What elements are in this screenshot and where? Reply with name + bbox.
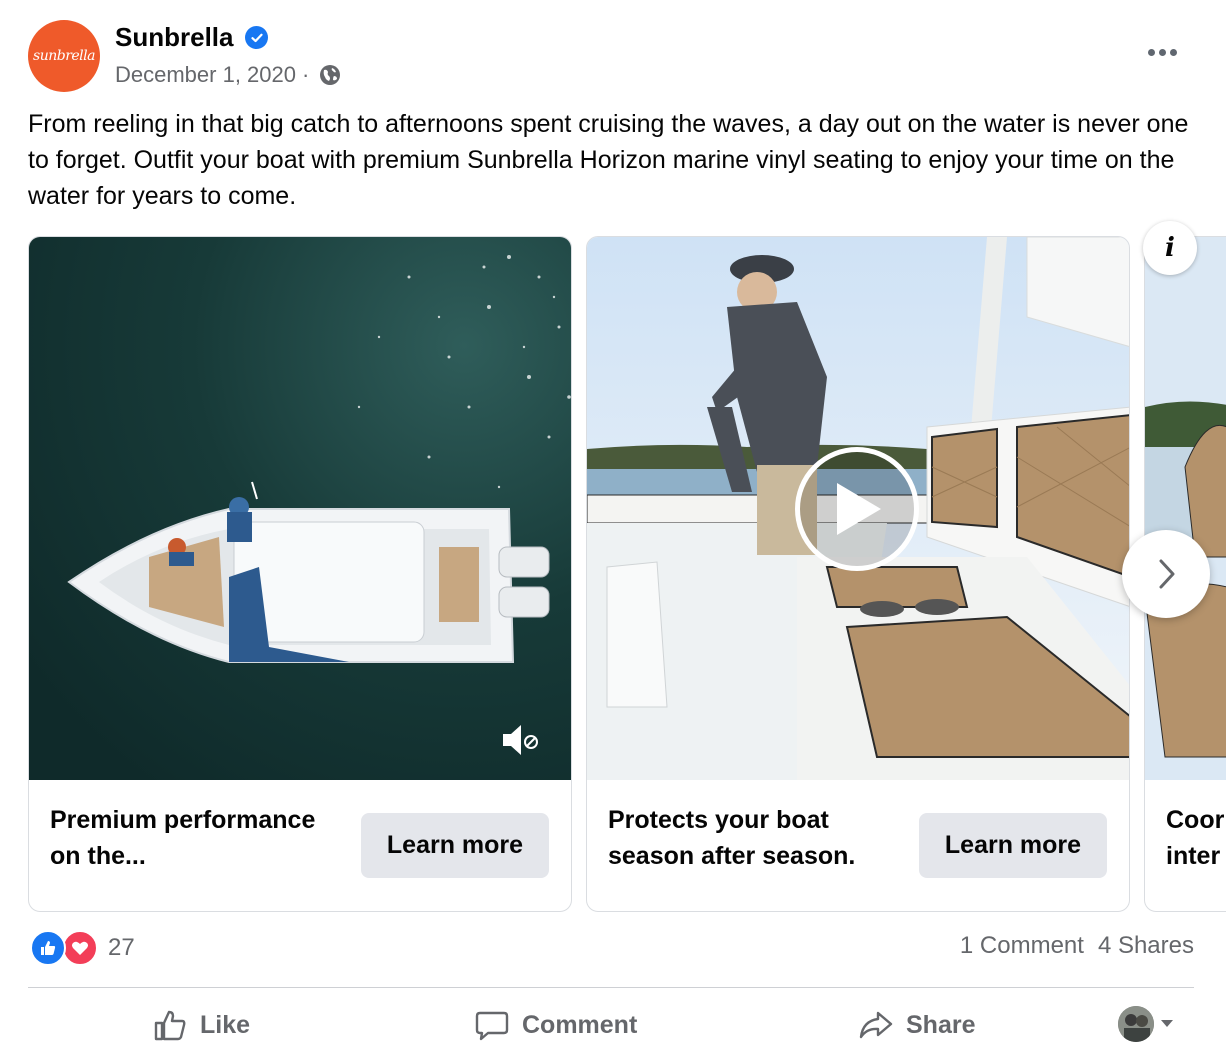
card-title[interactable]: Protects your boat season after season. bbox=[608, 802, 908, 874]
verified-badge-icon bbox=[245, 26, 268, 49]
boat-aerial-video[interactable] bbox=[29, 237, 571, 780]
post-date[interactable]: December 1, 2020 bbox=[115, 62, 296, 88]
thumbs-up-icon bbox=[154, 1010, 186, 1041]
card-title[interactable]: Premium performance on the... bbox=[50, 802, 350, 874]
post-caption: From reeling in that big catch to aftern… bbox=[28, 110, 1189, 210]
page-name[interactable]: Sunbrella bbox=[115, 22, 233, 53]
engagement-stats: 1 Comment 4 Shares bbox=[960, 932, 1194, 960]
more-dot-icon bbox=[1169, 48, 1177, 56]
post-action-bar: Like Comment Share bbox=[28, 1000, 1198, 1050]
comment-bubble-icon bbox=[475, 1011, 509, 1041]
card-footer: Premium performance on the... Learn more bbox=[29, 780, 571, 911]
comment-count-link[interactable]: 1 Comment bbox=[960, 932, 1084, 960]
ad-info-button[interactable]: i bbox=[1143, 221, 1197, 275]
user-avatar bbox=[1118, 1006, 1154, 1042]
chevron-right-icon bbox=[1159, 559, 1175, 589]
divider bbox=[28, 987, 1194, 988]
chevron-down-icon bbox=[1161, 1020, 1173, 1027]
globe-icon bbox=[320, 65, 341, 85]
profile-selector[interactable] bbox=[1118, 1006, 1174, 1042]
comment-label: Comment bbox=[522, 1010, 638, 1039]
boat-interior-image[interactable] bbox=[1145, 237, 1226, 780]
post-meta: December 1, 2020 · bbox=[115, 62, 341, 88]
share-count-link[interactable]: 4 Shares bbox=[1098, 932, 1194, 960]
more-dot-icon bbox=[1158, 48, 1166, 56]
carousel-card[interactable]: Premium performance on the... Learn more bbox=[28, 236, 572, 912]
facebook-post: sunbrella Sunbrella December 1, 2020 · F… bbox=[0, 0, 1226, 1060]
like-label: Like bbox=[200, 1010, 251, 1039]
ad-carousel: Premium performance on the... Learn more bbox=[28, 236, 1226, 912]
info-icon: i bbox=[1165, 233, 1175, 263]
share-label: Share bbox=[906, 1010, 976, 1039]
avatar-logo-text: sunbrella bbox=[33, 48, 95, 64]
share-arrow-icon bbox=[859, 1011, 893, 1039]
card-footer: Coor inter bbox=[1145, 780, 1226, 911]
page-avatar[interactable]: sunbrella bbox=[28, 20, 100, 92]
play-button[interactable] bbox=[795, 447, 919, 571]
love-reaction-icon bbox=[62, 930, 98, 966]
like-reaction-icon bbox=[30, 930, 66, 966]
more-options-button[interactable] bbox=[1140, 34, 1184, 70]
learn-more-button[interactable]: Learn more bbox=[361, 813, 549, 878]
reaction-count[interactable]: 27 bbox=[108, 934, 135, 962]
share-button[interactable]: Share bbox=[858, 1000, 975, 1050]
play-icon bbox=[837, 483, 881, 535]
boat-seating-video[interactable] bbox=[587, 237, 1129, 780]
like-button[interactable]: Like bbox=[152, 1000, 250, 1050]
more-dot-icon bbox=[1147, 48, 1155, 56]
muted-speaker-icon[interactable] bbox=[499, 720, 543, 760]
card-footer: Protects your boat season after season. … bbox=[587, 780, 1129, 911]
card-title[interactable]: Coor inter bbox=[1166, 802, 1226, 874]
carousel-next-button[interactable] bbox=[1122, 530, 1210, 618]
carousel-card[interactable]: Protects your boat season after season. … bbox=[586, 236, 1130, 912]
reactions-summary[interactable]: 27 bbox=[30, 930, 135, 966]
learn-more-button[interactable]: Learn more bbox=[919, 813, 1107, 878]
meta-separator: · bbox=[302, 62, 310, 87]
comment-button[interactable]: Comment bbox=[474, 1000, 637, 1050]
